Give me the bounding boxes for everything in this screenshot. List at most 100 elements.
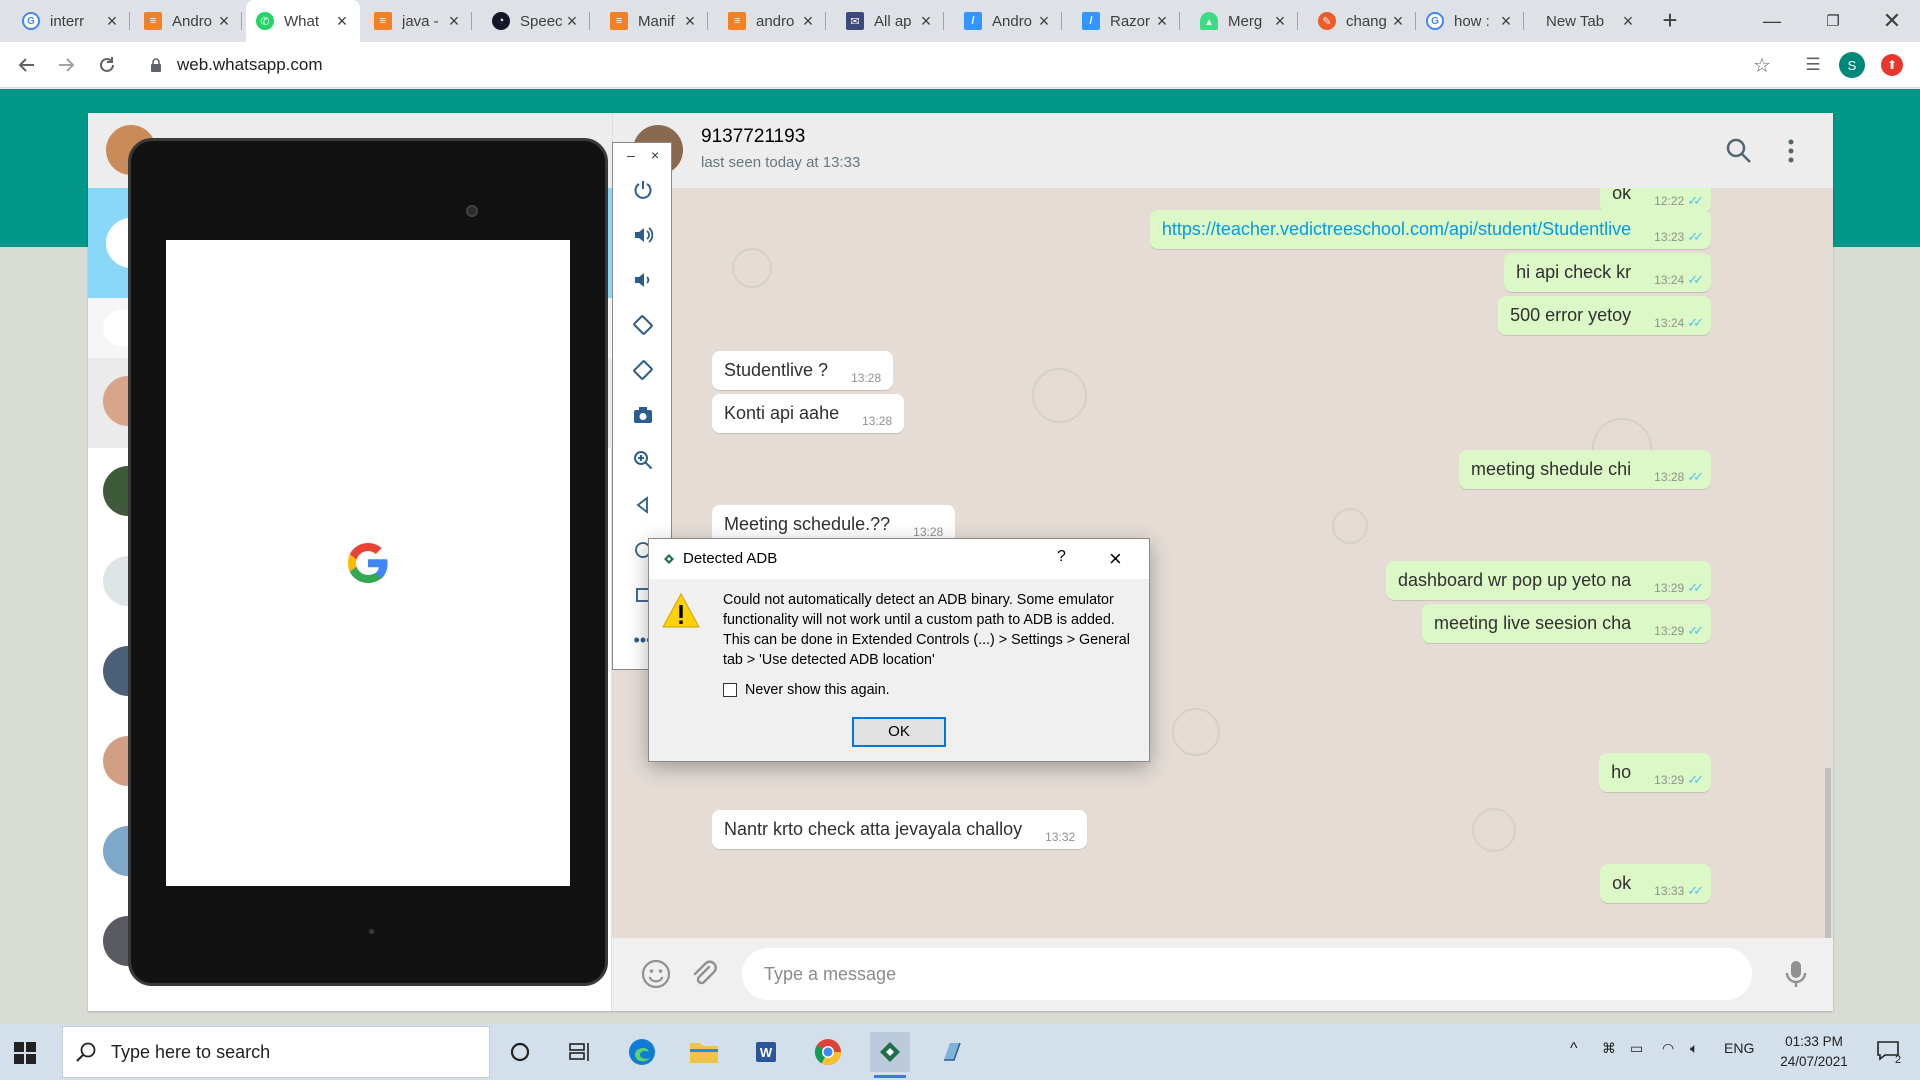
lock-icon[interactable] (150, 58, 162, 72)
close-tab-icon[interactable]: × (564, 12, 580, 30)
power-button[interactable] (613, 173, 673, 207)
close-tab-icon[interactable]: × (800, 12, 816, 30)
message-bubble-incoming[interactable]: Nantr krto check atta jevayala challoy 1… (712, 810, 1088, 849)
back-nav-button[interactable] (613, 488, 673, 522)
message-bubble-outgoing[interactable]: dashboard wr pop up yeto na 13:29 ✓✓ (1385, 561, 1711, 600)
taskbar-word[interactable]: W (746, 1032, 786, 1072)
android-emulator-device (128, 138, 608, 986)
close-window-button[interactable]: ✕ (1862, 0, 1920, 42)
forward-button[interactable] (52, 51, 80, 79)
message-bubble-incoming[interactable]: Studentlive ? 13:28 (712, 351, 894, 390)
volume-down-button[interactable] (613, 263, 673, 297)
browser-tab[interactable]: ✎ chang × (1308, 0, 1416, 42)
browser-tab[interactable]: ▴ Merg × (1190, 0, 1298, 42)
dialog-close-icon[interactable]: × (1109, 546, 1122, 572)
close-tab-icon[interactable]: × (1620, 12, 1636, 30)
ok-button[interactable]: OK (852, 717, 946, 747)
wifi-icon[interactable]: ◠ (1662, 1040, 1674, 1057)
close-tab-icon[interactable]: × (1272, 12, 1288, 30)
rotate-right-button[interactable] (613, 353, 673, 387)
close-tab-icon[interactable]: × (104, 12, 120, 30)
message-text: Konti api aahe (724, 403, 840, 423)
taskbar-android-studio[interactable] (870, 1032, 910, 1078)
checkbox-box[interactable] (723, 683, 737, 697)
maximize-window-button[interactable]: ❐ (1803, 0, 1863, 42)
message-bubble-outgoing[interactable]: ok 13:33 ✓✓ (1600, 864, 1711, 903)
zoom-button[interactable] (613, 443, 673, 477)
language-indicator[interactable]: ENG (1724, 1040, 1754, 1056)
taskbar-edge[interactable] (622, 1032, 662, 1072)
new-tab-button[interactable]: + (1657, 7, 1683, 34)
message-link[interactable]: https://teacher.vedictreeschool.com/api/… (1162, 219, 1631, 240)
message-scrollbar[interactable] (1825, 768, 1831, 938)
browser-tab[interactable]: ≡ andro × (718, 0, 826, 42)
tab-label: how : (1454, 12, 1490, 30)
close-tab-icon[interactable]: × (682, 12, 698, 30)
search-icon[interactable] (1725, 137, 1753, 165)
close-tab-icon[interactable]: × (918, 12, 934, 30)
reload-button[interactable] (93, 51, 121, 79)
emulator-screen[interactable] (166, 240, 570, 886)
never-show-checkbox[interactable]: Never show this again. (723, 682, 890, 698)
battery-icon[interactable]: ▭ (1630, 1040, 1643, 1057)
volume-icon[interactable]: 🔈︎ (1690, 1040, 1698, 1057)
screenshot-button[interactable] (613, 398, 673, 432)
browser-tab[interactable]: ≡ Manif × (600, 0, 708, 42)
dialog-titlebar[interactable]: Detected ADB ? × (649, 539, 1149, 579)
message-input[interactable]: Type a message (742, 948, 1752, 1000)
windows-start-icon[interactable] (14, 1042, 36, 1064)
chrome-icon (814, 1039, 842, 1066)
menu-kebab-icon[interactable] (1777, 137, 1805, 165)
browser-tab[interactable]: ≡ java - × (364, 0, 472, 42)
browser-tab[interactable]: New Tab × (1528, 0, 1646, 42)
emoji-icon[interactable] (640, 958, 672, 990)
taskbar-file-explorer[interactable] (684, 1032, 724, 1072)
system-clock[interactable]: 01:33 PM 24/07/2021 (1772, 1032, 1856, 1072)
close-tab-icon[interactable]: × (216, 12, 232, 30)
taskbar-chrome[interactable] (808, 1032, 848, 1072)
message-bubble-outgoing[interactable]: meeting live seesion cha 13:29 ✓✓ (1422, 604, 1711, 643)
message-bubble-outgoing[interactable]: https://teacher.vedictreeschool.com/api/… (1149, 210, 1711, 249)
message-bubble-outgoing[interactable]: meeting shedule chi 13:28 ✓✓ (1459, 450, 1711, 489)
conversation-header[interactable]: 9137721193 last seen today at 13:33 (612, 113, 1833, 188)
close-tab-icon[interactable]: × (446, 12, 462, 30)
bookmark-star-icon[interactable]: ☆ (1749, 52, 1775, 78)
close-tab-icon[interactable]: × (1498, 12, 1514, 30)
browser-tab[interactable]: / Andro × (954, 0, 1062, 42)
taskbar-emulator[interactable] (932, 1032, 972, 1072)
close-tab-icon[interactable]: × (334, 12, 350, 30)
microphone-icon[interactable] (1780, 958, 1812, 990)
help-button[interactable]: ? (1057, 548, 1066, 566)
message-bubble-incoming[interactable]: Konti api aahe 13:28 (712, 394, 905, 433)
taskbar-search-box[interactable]: Type here to search (62, 1026, 490, 1078)
message-bubble-outgoing[interactable]: hi api check kr 13:24 ✓✓ (1504, 253, 1711, 292)
browser-tab[interactable]: G interr × (12, 0, 130, 42)
address-bar[interactable]: web.whatsapp.com (177, 55, 323, 75)
reading-list-icon[interactable]: ☰ (1800, 52, 1826, 78)
message-bubble-outgoing[interactable]: 500 error yetoy 13:24 ✓✓ (1498, 296, 1711, 335)
cortana-button[interactable] (500, 1032, 540, 1072)
close-tab-icon[interactable]: × (1154, 12, 1170, 30)
message-bubble-outgoing[interactable]: ho 13:29 ✓✓ (1599, 753, 1711, 792)
volume-up-button[interactable] (613, 218, 673, 252)
emulator-minimize-icon[interactable]: – (627, 147, 635, 163)
extension-icon[interactable]: ⬆ (1881, 54, 1903, 76)
back-button[interactable] (13, 51, 41, 79)
browser-tab-active[interactable]: ✆ What × (246, 0, 360, 42)
minimize-window-button[interactable]: — (1742, 0, 1802, 42)
browser-tab[interactable]: / Razor × (1072, 0, 1180, 42)
close-tab-icon[interactable]: × (1390, 12, 1406, 30)
browser-tab[interactable]: ◔ Speec × (482, 0, 590, 42)
show-hidden-icons-chevron-icon[interactable]: ^ (1570, 1040, 1578, 1058)
browser-tab[interactable]: ✉ All ap × (836, 0, 944, 42)
attach-icon[interactable] (688, 958, 720, 990)
profile-avatar[interactable]: S (1839, 52, 1865, 78)
location-icon[interactable]: ⌘ (1602, 1040, 1616, 1057)
browser-tab[interactable]: ≡ Andro × (134, 0, 242, 42)
task-view-button[interactable] (560, 1032, 600, 1072)
rotate-left-button[interactable] (613, 308, 673, 342)
emulator-close-icon[interactable]: × (651, 147, 659, 163)
browser-tab[interactable]: G how : × (1416, 0, 1524, 42)
close-tab-icon[interactable]: × (1036, 12, 1052, 30)
tab-label: What (284, 12, 320, 30)
